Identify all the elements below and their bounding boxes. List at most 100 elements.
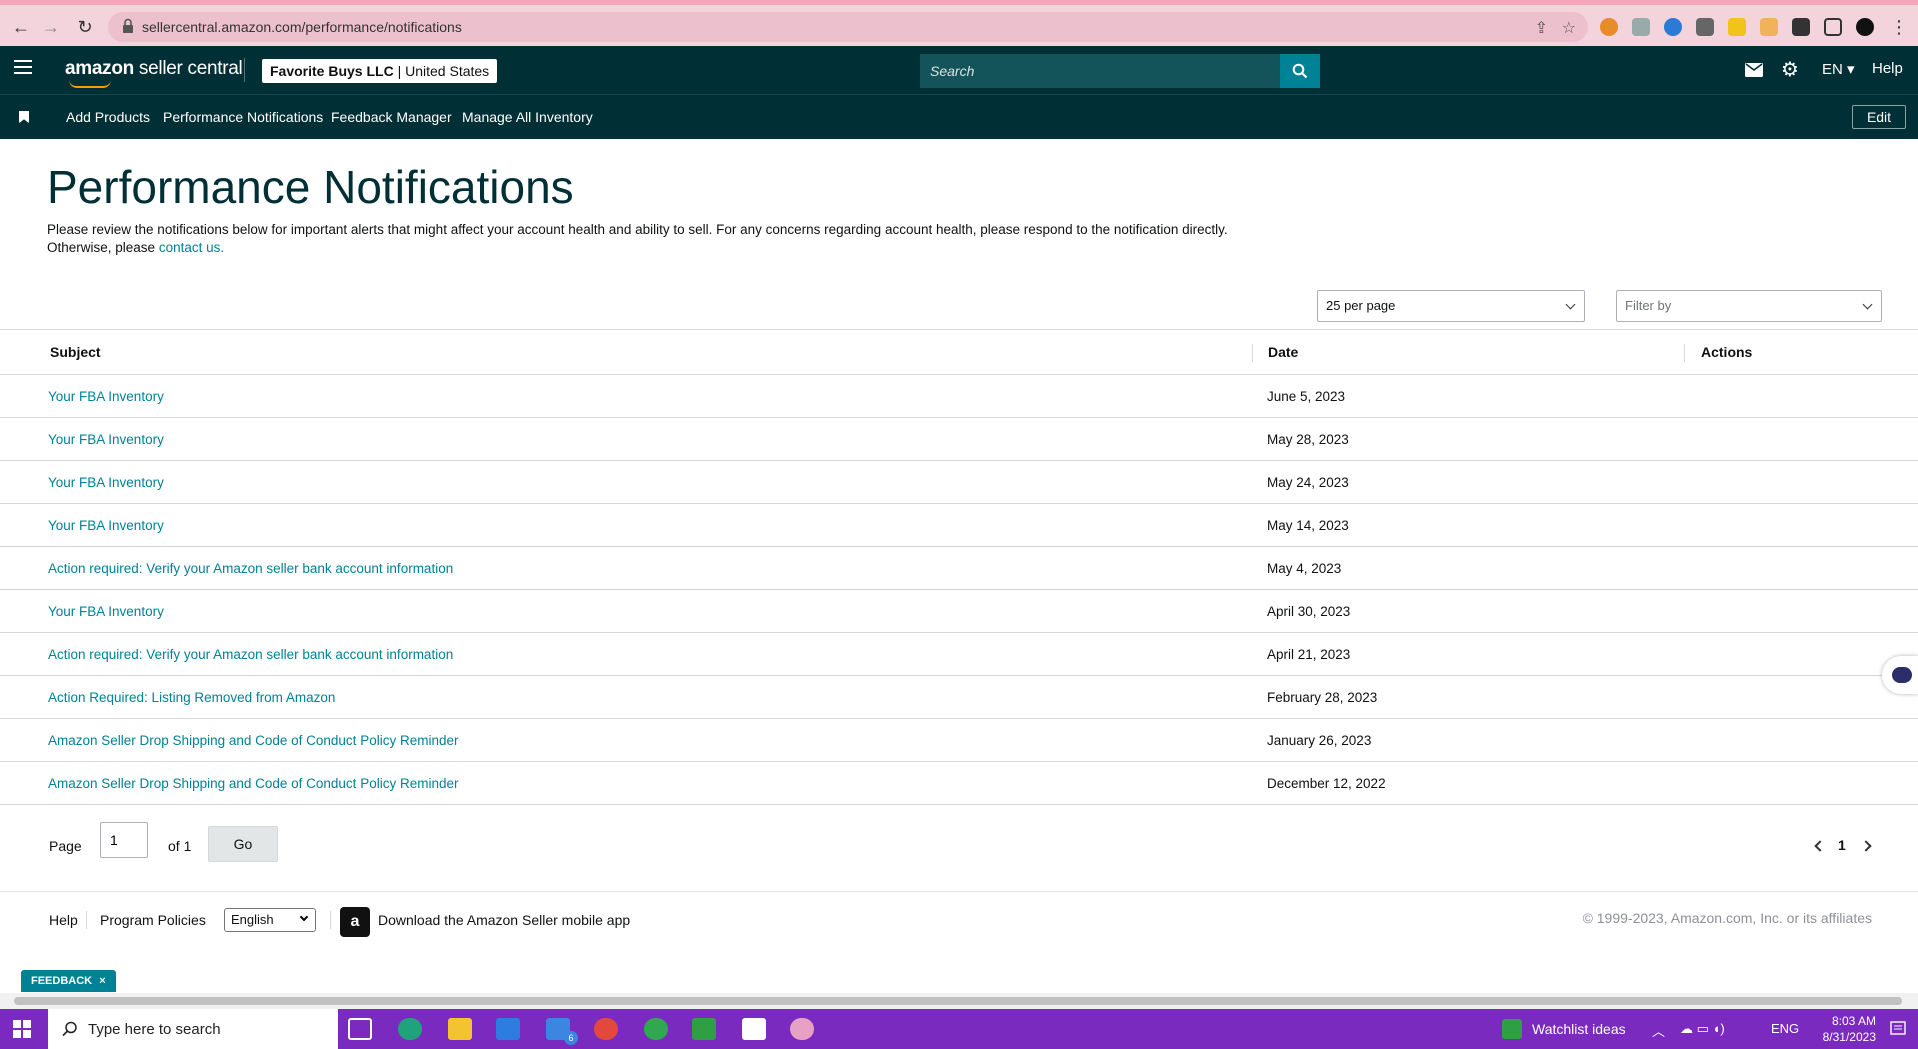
per-page-select[interactable]: 25 per page <box>1317 290 1585 322</box>
paint-app-icon[interactable] <box>790 1018 814 1040</box>
calculator-icon[interactable] <box>692 1018 716 1040</box>
extension-icon[interactable] <box>1760 18 1778 36</box>
puzzle-icon[interactable] <box>1792 18 1810 36</box>
notification-subject-link[interactable]: Your FBA Inventory <box>48 604 164 619</box>
column-divider <box>1684 344 1685 362</box>
chrome-icon[interactable] <box>644 1018 668 1040</box>
notification-subject-link[interactable]: Your FBA Inventory <box>48 389 164 404</box>
file-explorer-icon[interactable] <box>448 1018 472 1040</box>
footer-divider <box>86 911 87 929</box>
download-app-link[interactable]: Download the Amazon Seller mobile app <box>378 912 630 928</box>
extension-icon[interactable] <box>1632 18 1650 36</box>
extension-icon[interactable] <box>1696 18 1714 36</box>
nav-feedback-manager[interactable]: Feedback Manager <box>331 109 452 125</box>
task-view-icon[interactable] <box>348 1018 372 1040</box>
reload-icon[interactable]: ↻ <box>72 14 98 40</box>
chevron-left-icon[interactable] <box>1814 840 1826 852</box>
share-icon[interactable]: ⇪ <box>1535 18 1548 38</box>
chevron-down-icon <box>1565 299 1576 310</box>
footer-language-select[interactable]: English <box>224 908 316 932</box>
notification-date: February 28, 2023 <box>1267 690 1378 705</box>
document-app-icon[interactable] <box>742 1018 766 1040</box>
browser-chrome: ← → ↻ sellercentral.amazon.com/performan… <box>0 0 1918 46</box>
column-header-date[interactable]: Date <box>1268 344 1298 360</box>
notification-subject-link[interactable]: Action Required: Listing Removed from Am… <box>48 690 335 705</box>
feedback-tab[interactable]: FEEDBACK × <box>21 970 116 992</box>
table-row: Your FBA Inventory May 24, 2023 <box>0 461 1918 504</box>
nav-performance-notifications[interactable]: Performance Notifications <box>163 109 323 125</box>
watchlist-icon[interactable] <box>1502 1019 1522 1039</box>
bookmark-icon[interactable] <box>19 111 29 123</box>
notification-subject-link[interactable]: Your FBA Inventory <box>48 432 164 447</box>
notification-subject-link[interactable]: Your FBA Inventory <box>48 518 164 533</box>
table-row: Your FBA Inventory May 28, 2023 <box>0 418 1918 461</box>
assistant-chat-icon[interactable] <box>1882 656 1918 694</box>
hamburger-menu-icon[interactable] <box>14 60 32 74</box>
chevron-down-icon <box>299 912 309 922</box>
mail-icon[interactable] <box>1745 63 1763 77</box>
horizontal-scrollbar[interactable] <box>0 993 1918 1009</box>
search-input[interactable] <box>920 54 1280 88</box>
extension-icon[interactable] <box>1728 18 1746 36</box>
address-bar[interactable]: sellercentral.amazon.com/performance/not… <box>108 12 1588 42</box>
go-button[interactable]: Go <box>208 826 278 862</box>
filter-select[interactable]: Filter by <box>1616 290 1882 322</box>
notification-subject-link[interactable]: Amazon Seller Drop Shipping and Code of … <box>48 776 458 791</box>
bookmark-star-icon[interactable]: ☆ <box>1562 18 1576 38</box>
menu-kebab-icon[interactable]: ⋮ <box>1890 17 1908 38</box>
extension-icon[interactable] <box>1664 18 1682 36</box>
extension-icon[interactable] <box>1600 18 1618 36</box>
settings-gear-icon[interactable]: ⚙ <box>1781 57 1799 82</box>
page-label: Page <box>49 838 82 854</box>
mail-badge: 6 <box>564 1031 578 1045</box>
language-selector[interactable]: EN ▾ <box>1822 60 1855 78</box>
current-page-number[interactable]: 1 <box>1838 837 1846 853</box>
input-language[interactable]: ENG <box>1771 1021 1799 1036</box>
windows-taskbar: Type here to search 6 Watchlist ideas ︿ … <box>0 1009 1918 1049</box>
profile-avatar[interactable] <box>1856 18 1874 36</box>
watchlist-widget[interactable]: Watchlist ideas <box>1532 1021 1626 1037</box>
sidebar-icon[interactable] <box>1824 18 1842 36</box>
notification-subject-link[interactable]: Amazon Seller Drop Shipping and Code of … <box>48 733 458 748</box>
notification-subject-link[interactable]: Your FBA Inventory <box>48 475 164 490</box>
column-header-actions: Actions <box>1701 344 1753 360</box>
table-row: Action required: Verify your Amazon sell… <box>0 633 1918 676</box>
edge-browser-icon[interactable] <box>398 1018 422 1040</box>
store-icon[interactable] <box>496 1018 520 1040</box>
seller-app-icon[interactable]: a <box>340 907 370 937</box>
close-icon[interactable]: × <box>99 975 105 987</box>
search-button[interactable] <box>1280 54 1320 88</box>
page-number-input[interactable] <box>100 822 148 858</box>
column-header-subject[interactable]: Subject <box>50 344 101 360</box>
taskbar-search[interactable]: Type here to search <box>48 1009 338 1049</box>
edit-button[interactable]: Edit <box>1852 105 1906 129</box>
system-tray-icons[interactable]: ☁ ▭ ◖) <box>1680 1021 1725 1037</box>
footer-help-link[interactable]: Help <box>49 912 78 928</box>
table-row: Action required: Verify your Amazon sell… <box>0 547 1918 590</box>
forward-arrow-icon[interactable]: → <box>38 14 64 40</box>
search-icon <box>1292 63 1308 79</box>
table-row: Action Required: Listing Removed from Am… <box>0 676 1918 719</box>
help-link[interactable]: Help <box>1872 60 1903 77</box>
notification-subject-link[interactable]: Action required: Verify your Amazon sell… <box>48 647 453 662</box>
scrollbar-thumb[interactable] <box>14 997 1902 1005</box>
chevron-down-icon <box>1862 299 1873 310</box>
page-title: Performance Notifications <box>47 161 574 213</box>
pagination: Page of 1 Go 1 <box>0 806 1918 892</box>
nav-add-products[interactable]: Add Products <box>66 109 150 125</box>
system-clock[interactable]: 8:03 AM 8/31/2023 <box>1823 1013 1876 1045</box>
nav-manage-all-inventory[interactable]: Manage All Inventory <box>462 109 593 125</box>
table-row: Your FBA Inventory April 30, 2023 <box>0 590 1918 633</box>
seller-central-logo[interactable]: amazon seller central <box>65 58 243 88</box>
chevron-up-icon[interactable]: ︿ <box>1652 1021 1665 1040</box>
notification-center-icon[interactable] <box>1890 1021 1906 1037</box>
contact-us-link[interactable]: contact us. <box>159 240 224 255</box>
wps-icon[interactable] <box>594 1018 618 1040</box>
account-switcher[interactable]: Favorite Buys LLC | United States <box>262 59 498 83</box>
copyright-text: © 1999-2023, Amazon.com, Inc. or its aff… <box>1582 910 1872 926</box>
notification-subject-link[interactable]: Action required: Verify your Amazon sell… <box>48 561 453 576</box>
back-arrow-icon[interactable]: ← <box>8 14 34 40</box>
windows-start-icon[interactable] <box>13 1020 31 1038</box>
program-policies-link[interactable]: Program Policies <box>100 912 206 928</box>
chevron-right-icon[interactable] <box>1860 840 1872 852</box>
